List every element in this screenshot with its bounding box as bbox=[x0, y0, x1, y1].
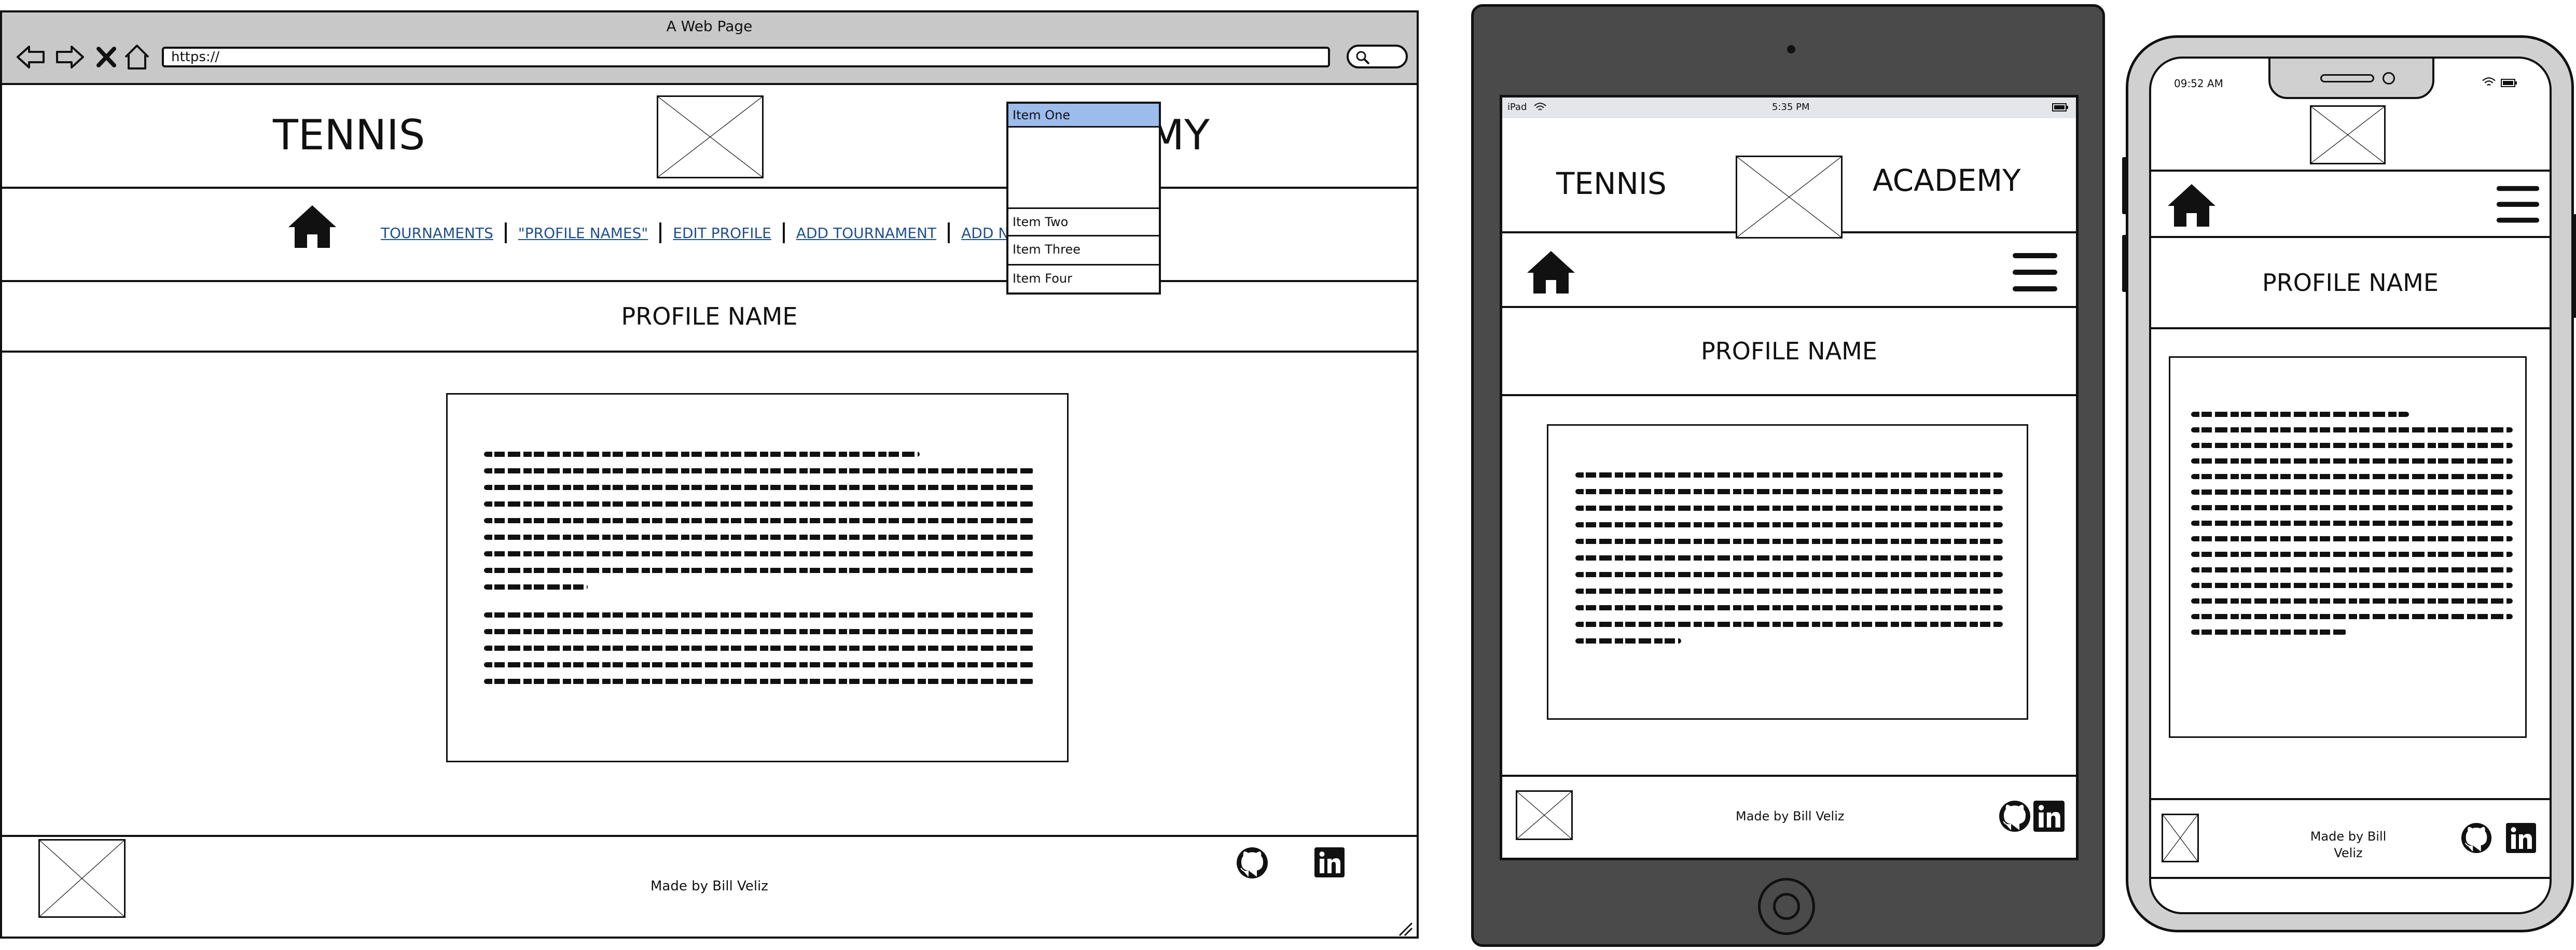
nav-separator bbox=[659, 222, 662, 243]
footer-credit-line: Made by Bill bbox=[2310, 829, 2387, 844]
nav-link-profile-names[interactable]: "PROFILE NAMES" bbox=[518, 225, 648, 242]
wifi-icon bbox=[1534, 103, 1546, 110]
profile-content-card bbox=[1547, 424, 2028, 720]
page-title: PROFILE NAME bbox=[2, 282, 1417, 353]
lorem-text-paragraph bbox=[2191, 412, 2513, 650]
nav-separator bbox=[504, 222, 507, 243]
footer-credit: Made by Bill Veliz bbox=[2302, 828, 2395, 861]
footer-credit: Made by Bill Veliz bbox=[1736, 809, 1845, 823]
logo-image-placeholder bbox=[657, 95, 764, 178]
github-icon[interactable] bbox=[1236, 846, 1269, 879]
footer-credit-line: Veliz bbox=[2334, 846, 2363, 860]
header-title-right: ACADEMY bbox=[1873, 163, 2021, 198]
image-placeholder-icon bbox=[2311, 107, 2384, 163]
phone-nav-bar bbox=[2151, 172, 2550, 238]
home-icon[interactable] bbox=[286, 203, 338, 250]
image-placeholder-icon bbox=[1737, 157, 1841, 237]
footer-image-placeholder bbox=[2162, 814, 2199, 862]
header-title-left: TENNIS bbox=[1556, 166, 1667, 201]
status-time: 5:35 PM bbox=[1772, 102, 1810, 113]
wifi-icon bbox=[2482, 77, 2496, 86]
tablet-nav-bar bbox=[1502, 233, 2076, 308]
page-title: PROFILE NAME bbox=[2151, 238, 2550, 329]
lorem-text-paragraph bbox=[484, 612, 1034, 695]
home-icon[interactable] bbox=[1525, 249, 1577, 296]
search-box[interactable] bbox=[1347, 45, 1408, 68]
dropdown-menu[interactable]: Item One Item Two Item Three Item Four bbox=[1006, 102, 1161, 295]
phone-screen: 09:52 AM PROFILE NAME Made by Bill Veliz bbox=[2149, 57, 2552, 914]
tablet-site-footer: Made by Bill Veliz bbox=[1502, 775, 2076, 858]
linkedin-icon[interactable] bbox=[1314, 847, 1345, 877]
tablet-camera bbox=[1787, 45, 1795, 53]
tablet-status-bar: iPad 5:35 PM bbox=[1502, 97, 2076, 118]
linkedin-icon[interactable] bbox=[2033, 801, 2065, 832]
forward-arrow-icon[interactable] bbox=[54, 44, 85, 71]
tablet-screen: iPad 5:35 PM TENNIS ACADEMY PROFILE NAME bbox=[1500, 95, 2079, 860]
hamburger-menu-icon[interactable] bbox=[2496, 183, 2540, 227]
footer-image-placeholder bbox=[38, 839, 126, 918]
nav-bar: TOURNAMENTS "PROFILE NAMES" EDIT PROFILE… bbox=[2, 189, 1417, 282]
lorem-text-paragraph bbox=[484, 452, 1034, 597]
battery-icon bbox=[2052, 103, 2068, 111]
tablet-site-header: TENNIS ACADEMY bbox=[1502, 118, 2076, 239]
tablet-device-frame: iPad 5:35 PM TENNIS ACADEMY PROFILE NAME bbox=[1471, 4, 2105, 947]
image-placeholder-icon bbox=[40, 841, 124, 916]
phone-side-button[interactable] bbox=[2573, 214, 2576, 318]
status-device-label: iPad bbox=[1507, 102, 1527, 113]
nav-links: TOURNAMENTS "PROFILE NAMES" EDIT PROFILE… bbox=[381, 220, 1086, 246]
dropdown-item[interactable]: Item Two bbox=[1008, 207, 1159, 236]
battery-icon bbox=[2501, 79, 2517, 87]
profile-content-card bbox=[446, 393, 1069, 762]
image-placeholder-icon bbox=[658, 97, 762, 177]
header-title-left: TENNIS bbox=[273, 111, 425, 159]
home-icon[interactable] bbox=[2166, 182, 2218, 229]
logo-image-placeholder bbox=[1736, 156, 1843, 239]
site-header: TENNIS MY bbox=[2, 85, 1417, 189]
page-title: PROFILE NAME bbox=[1502, 308, 2076, 396]
nav-link-add-tournament[interactable]: ADD TOURNAMENT bbox=[796, 225, 936, 242]
address-bar[interactable]: https:// bbox=[162, 47, 1330, 67]
profile-content-card bbox=[2169, 356, 2527, 738]
nav-separator bbox=[782, 222, 785, 243]
phone-site-header bbox=[2151, 92, 2550, 172]
lorem-text-paragraph bbox=[1575, 472, 2003, 649]
search-icon bbox=[1356, 51, 1370, 65]
window-title: A Web Page bbox=[666, 17, 753, 35]
nav-link-tournaments[interactable]: TOURNAMENTS bbox=[381, 225, 493, 242]
browser-chrome: A Web Page https:// bbox=[2, 12, 1417, 85]
phone-side-button[interactable] bbox=[2122, 157, 2127, 214]
phone-site-footer: Made by Bill Veliz bbox=[2151, 798, 2550, 879]
logo-image-placeholder bbox=[2310, 105, 2386, 164]
github-icon[interactable] bbox=[2460, 822, 2492, 854]
tablet-home-button[interactable] bbox=[1758, 878, 1815, 935]
image-placeholder-icon bbox=[1517, 792, 1571, 839]
dropdown-item[interactable]: Item Four bbox=[1008, 266, 1159, 292]
phone-side-button[interactable] bbox=[2122, 235, 2127, 292]
phone-device-frame: 09:52 AM PROFILE NAME Made by Bill Veliz bbox=[2122, 35, 2576, 932]
footer-image-placeholder bbox=[1516, 790, 1573, 840]
github-icon[interactable] bbox=[1998, 800, 2031, 833]
dropdown-item-selected[interactable]: Item One bbox=[1008, 104, 1159, 128]
home-icon[interactable] bbox=[122, 43, 151, 72]
nav-separator bbox=[948, 222, 950, 243]
linkedin-icon[interactable] bbox=[2506, 823, 2536, 853]
url-text: https:// bbox=[171, 49, 220, 65]
nav-link-edit-profile[interactable]: EDIT PROFILE bbox=[673, 225, 771, 242]
hamburger-menu-icon[interactable] bbox=[2012, 251, 2058, 295]
back-arrow-icon[interactable] bbox=[16, 44, 47, 71]
resize-grip-icon[interactable] bbox=[1397, 921, 1413, 937]
footer-credit: Made by Bill Veliz bbox=[650, 878, 768, 894]
status-time: 09:52 AM bbox=[2174, 77, 2223, 90]
site-footer: Made by Bill Veliz bbox=[2, 835, 1417, 918]
desktop-browser-window: A Web Page https:// TENNIS MY TOURNAMENT… bbox=[0, 10, 1419, 939]
dropdown-item[interactable]: Item Three bbox=[1008, 236, 1159, 266]
image-placeholder-icon bbox=[2163, 815, 2197, 861]
close-icon[interactable] bbox=[95, 46, 117, 68]
